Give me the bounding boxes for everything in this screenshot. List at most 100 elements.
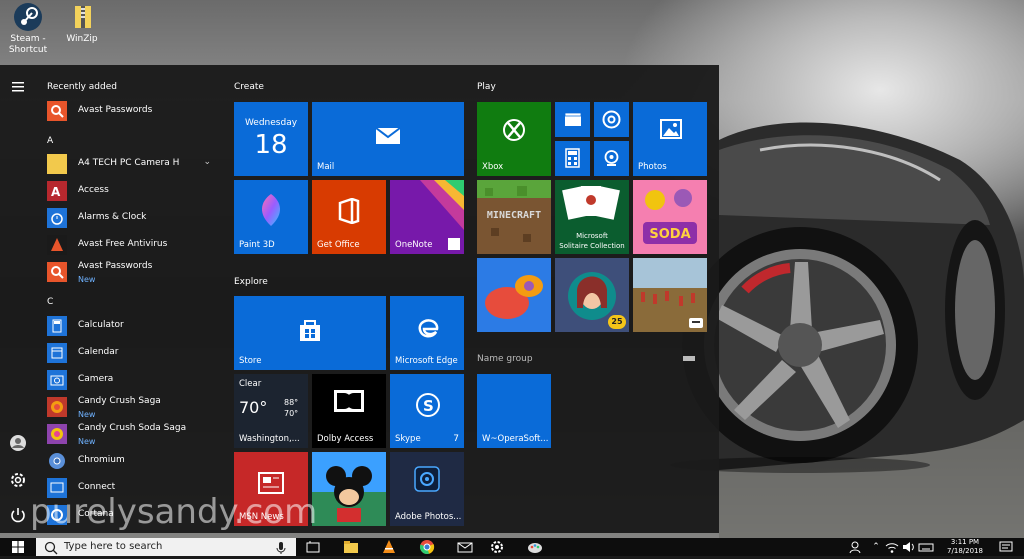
tile-minecraft[interactable]: MINECRAFT (477, 180, 551, 254)
march-of-empires-art-icon (633, 258, 707, 332)
app-item-calendar[interactable]: Calendar (47, 342, 215, 364)
tile-mail[interactable]: Mail (312, 102, 464, 176)
taskbar-search-box[interactable]: Type here to search (36, 538, 296, 556)
chevron-down-icon[interactable]: ⌄ (203, 157, 211, 167)
tile-camera[interactable] (594, 141, 629, 176)
mail-icon[interactable] (457, 539, 473, 555)
app-item-a4tech-camera[interactable]: A4 TECH PC Camera H ⌄ (47, 153, 215, 175)
app-item-chromium[interactable]: Chromium (47, 450, 215, 472)
desktop-icon-winzip[interactable]: WinZip (54, 0, 110, 45)
section-letter-a[interactable]: A (47, 136, 53, 146)
app-item-camera[interactable]: Camera (47, 369, 215, 391)
tile-calendar[interactable]: Wednesday 18 (234, 102, 308, 176)
file-explorer-icon[interactable] (343, 539, 359, 555)
settings-gear-icon[interactable] (489, 539, 505, 555)
app-item-avast-passwords-recent[interactable]: Avast Passwords (47, 100, 215, 122)
windows-start-icon[interactable] (10, 539, 26, 555)
start-menu: Recently added Avast Passwords A A4 TECH… (0, 65, 719, 533)
tile-paint3d[interactable]: Paint 3D (234, 180, 308, 254)
tile-onenote[interactable]: OneNote (390, 180, 464, 254)
app-name: Avast Passwords (78, 105, 153, 115)
group-title-create[interactable]: Create (234, 82, 264, 92)
edge-icon (416, 316, 440, 344)
hamburger-menu-icon[interactable] (8, 77, 28, 97)
tile-calculator[interactable] (555, 141, 590, 176)
calculator-icon (565, 148, 580, 172)
tile-dolby-access[interactable]: Dolby Access (312, 374, 386, 448)
chrome-icon[interactable] (419, 539, 435, 555)
group-title-explore[interactable]: Explore (234, 277, 268, 287)
app-item-access[interactable]: A Access (47, 180, 215, 202)
tile-march-of-empires[interactable] (633, 258, 707, 332)
tile-label: Xbox (482, 162, 504, 172)
candy-crush-soda-icon (47, 424, 67, 444)
app-item-alarms-clock[interactable]: Alarms & Clock (47, 207, 215, 229)
tile-opera[interactable]: W~OperaSoft... (477, 374, 551, 448)
group-title-name-group[interactable]: Name group (477, 354, 533, 364)
paint-app-icon[interactable] (527, 539, 543, 555)
app-name: Chromium (78, 455, 125, 465)
tile-edge[interactable]: Microsoft Edge (390, 296, 464, 370)
app-name: A4 TECH PC Camera H (78, 158, 180, 168)
power-icon[interactable] (8, 505, 28, 525)
app-list[interactable]: Recently added Avast Passwords A A4 TECH… (40, 75, 220, 533)
desktop-icon-steam[interactable]: Steam - Shortcut (0, 0, 56, 56)
camera-icon (47, 370, 67, 390)
tile-label: Store (239, 356, 262, 366)
tile-solitaire[interactable]: Microsoft Solitaire Collection (555, 180, 629, 254)
group-drag-handle-icon[interactable] (683, 356, 695, 361)
tile-skype[interactable]: S Skype 7 (390, 374, 464, 448)
wifi-icon[interactable] (884, 539, 900, 555)
action-center-icon[interactable] (998, 539, 1014, 555)
tile-disney-game[interactable] (312, 452, 386, 526)
keyboard-icon[interactable] (918, 539, 934, 555)
recently-added-header: Recently added (47, 82, 117, 92)
steam-icon (13, 2, 43, 32)
group-title-play[interactable]: Play (477, 82, 496, 92)
microphone-icon[interactable] (274, 540, 288, 559)
taskbar: Type here to search ⌃ 3:11 PM 7/18/2018 (0, 538, 1024, 556)
paint3d-icon (256, 192, 286, 232)
people-icon[interactable] (847, 539, 863, 555)
tile-weather[interactable]: Clear 70° 88° 70° Washington,... (234, 374, 308, 448)
mail-envelope-icon (375, 127, 401, 149)
access-icon: A (47, 181, 67, 201)
settings-gear-icon[interactable] (8, 470, 28, 490)
tile-xbox[interactable]: Xbox (477, 102, 551, 176)
tile-store[interactable]: Store (234, 296, 386, 370)
user-account-icon[interactable] (8, 433, 28, 453)
office-icon (338, 197, 360, 228)
app-item-avast-antivirus[interactable]: Avast Free Antivirus (47, 234, 215, 256)
system-clock[interactable]: 3:11 PM 7/18/2018 (940, 538, 990, 556)
task-view-icon[interactable] (305, 539, 321, 555)
app-name: Candy Crush Soda Saga (78, 423, 187, 433)
chevron-up-icon[interactable]: ⌃ (868, 539, 884, 555)
app-item-calculator[interactable]: Calculator (47, 315, 215, 337)
weather-temp: 70° (239, 398, 268, 417)
tile-label: Washington,... (239, 434, 300, 444)
tile-candy-crush-soda[interactable]: SODA (633, 180, 707, 254)
tile-candy-crush-saga[interactable] (477, 258, 551, 332)
tile-photoshop-express[interactable]: Adobe Photos... (390, 452, 464, 526)
tile-hidden-city[interactable]: 25 (555, 258, 629, 332)
tile-label: OneNote (395, 240, 433, 250)
candy-crush-soda-art-icon: SODA (633, 180, 707, 254)
desktop-icon-label: Shortcut (8, 45, 48, 55)
tile-get-office[interactable]: Get Office (312, 180, 386, 254)
folder-icon (47, 154, 67, 174)
clock-date: 7/18/2018 (947, 547, 983, 555)
soda-logo-text: SODA (649, 227, 690, 242)
vlc-icon[interactable] (381, 539, 397, 555)
tile-groove-music[interactable] (594, 102, 629, 137)
tile-photos[interactable]: Photos (633, 102, 707, 176)
desktop-icon-label: WinZip (66, 34, 98, 44)
app-item-avast-passwords[interactable]: Avast Passwords New (47, 261, 215, 284)
app-item-candy-crush-soda[interactable]: Candy Crush Soda Saga New (47, 423, 215, 446)
app-name: Camera (78, 374, 114, 384)
app-item-candy-crush[interactable]: Candy Crush Saga New (47, 396, 215, 419)
section-letter-c[interactable]: C (47, 297, 53, 307)
volume-icon[interactable] (901, 539, 917, 555)
tile-movies-tv[interactable] (555, 102, 590, 137)
tile-label: Photos (638, 162, 667, 172)
tile-label-line2: Solitaire Collection (559, 242, 625, 250)
